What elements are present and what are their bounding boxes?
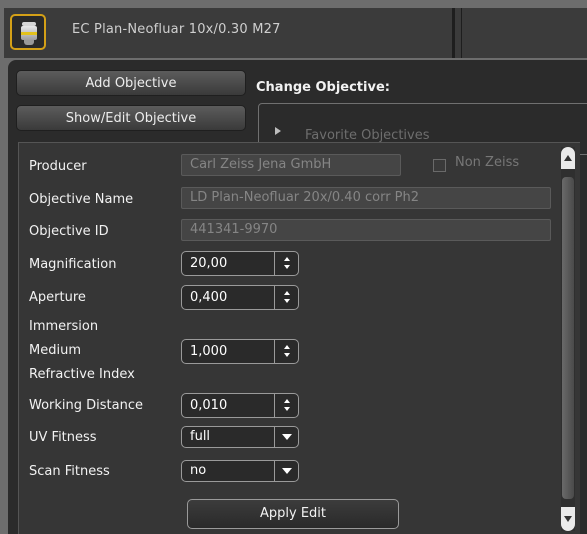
spinbox-divider	[274, 286, 275, 309]
aperture-label: Aperture	[29, 290, 86, 305]
magnification-value[interactable]: 20,00	[190, 256, 227, 271]
non-zeiss-checkbox	[433, 159, 446, 172]
objective-ring-shape	[21, 32, 37, 35]
uv-fitness-value[interactable]: full	[190, 429, 210, 444]
objective-name-label: Objective Name	[29, 192, 134, 207]
uv-fitness-label: UV Fitness	[29, 430, 97, 445]
chevron-down-icon[interactable]	[282, 434, 292, 440]
show-edit-objective-button[interactable]: Show/Edit Objective	[16, 105, 246, 131]
scroll-thumb[interactable]	[562, 177, 574, 499]
immersion-value[interactable]: 1,000	[190, 344, 227, 359]
dropdown-divider	[274, 461, 275, 481]
objective-name-field: LD Plan-Neofluar 20x/0.40 corr Ph2	[181, 187, 551, 209]
objective-icon[interactable]	[10, 14, 46, 50]
aperture-spinbox[interactable]: 0,400	[181, 285, 299, 310]
scan-fitness-dropdown[interactable]: no	[181, 460, 299, 482]
scan-fitness-label: Scan Fitness	[29, 464, 110, 479]
producer-field: Carl Zeiss Jena GmbH	[181, 154, 401, 176]
scan-fitness-value[interactable]: no	[190, 463, 206, 478]
change-objective-label: Change Objective:	[256, 80, 390, 95]
working-distance-label: Working Distance	[29, 398, 143, 413]
magnification-label: Magnification	[29, 257, 117, 272]
spinbox-divider	[274, 394, 275, 417]
favorite-objectives-label: Favorite Objectives	[305, 128, 430, 143]
spin-arrows-icon[interactable]	[281, 397, 293, 413]
producer-label: Producer	[29, 159, 87, 174]
edit-objective-popup: Producer Carl Zeiss Jena GmbH Non Zeiss …	[18, 142, 580, 534]
aperture-value[interactable]: 0,400	[190, 290, 227, 305]
dropdown-divider	[274, 427, 275, 447]
objective-id-label: Objective ID	[29, 224, 109, 239]
spin-arrows-icon[interactable]	[281, 289, 293, 305]
scroll-up-button[interactable]	[561, 147, 575, 169]
chevron-down-icon[interactable]	[282, 468, 292, 474]
expand-arrow-icon[interactable]	[275, 127, 281, 135]
spinbox-divider	[274, 340, 275, 363]
spin-arrows-icon[interactable]	[281, 343, 293, 359]
current-objective-title: EC Plan-Neofluar 10x/0.30 M27	[72, 22, 281, 37]
objective-bar: EC Plan-Neofluar 10x/0.30 M27	[4, 8, 587, 58]
scroll-down-button[interactable]	[561, 507, 575, 531]
spinbox-divider	[274, 252, 275, 275]
immersion-label-line-1: Immersion	[29, 319, 99, 334]
objective-tip-shape	[24, 40, 34, 45]
add-objective-button[interactable]: Add Objective	[16, 70, 246, 96]
divider	[452, 8, 455, 58]
apply-edit-button[interactable]: Apply Edit	[187, 499, 399, 529]
working-distance-spinbox[interactable]: 0,010	[181, 393, 299, 418]
chevron-up-icon	[564, 155, 572, 161]
divider	[461, 8, 462, 58]
vertical-scrollbar[interactable]	[561, 147, 575, 531]
working-distance-value[interactable]: 0,010	[190, 398, 227, 413]
spin-arrows-icon[interactable]	[281, 255, 293, 271]
magnification-spinbox[interactable]: 20,00	[181, 251, 299, 276]
uv-fitness-dropdown[interactable]: full	[181, 426, 299, 448]
immersion-refractive-index-spinbox[interactable]: 1,000	[181, 339, 299, 364]
objective-id-field: 441341-9970	[181, 219, 551, 241]
immersion-label-line-3: Refractive Index	[29, 367, 135, 382]
immersion-label-line-2: Medium	[29, 343, 81, 358]
chevron-down-icon	[564, 516, 572, 522]
window-frame: EC Plan-Neofluar 10x/0.30 M27 Add Object…	[0, 0, 587, 534]
non-zeiss-label: Non Zeiss	[455, 155, 520, 170]
